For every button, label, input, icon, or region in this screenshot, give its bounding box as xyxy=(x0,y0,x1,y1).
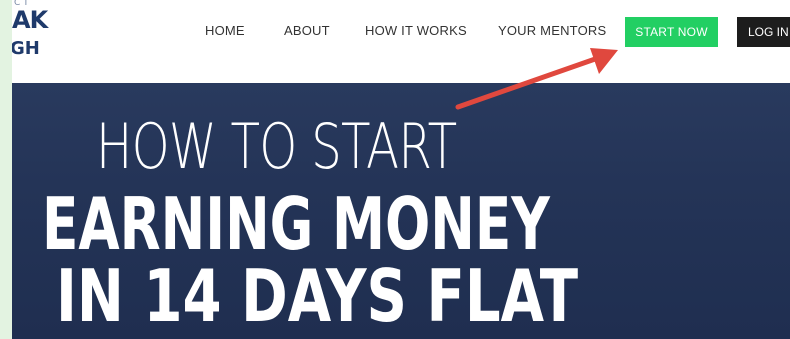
log-in-button[interactable]: LOG IN xyxy=(737,17,790,47)
hero-banner: HOW TO START EARNING MONEY IN 14 DAYS FL… xyxy=(12,83,790,339)
hero-headline-line-1: HOW TO START xyxy=(96,110,457,183)
main-nav: HOME ABOUT HOW IT WORKS YOUR MENTORS STA… xyxy=(12,17,790,47)
nav-how-it-works-link[interactable]: HOW IT WORKS xyxy=(365,23,467,38)
site-header: C T AK GH HOME ABOUT HOW IT WORKS YOUR M… xyxy=(12,0,790,83)
page-frame: C T AK GH HOME ABOUT HOW IT WORKS YOUR M… xyxy=(12,0,790,339)
nav-home-link[interactable]: HOME xyxy=(205,23,245,38)
nav-about-link[interactable]: ABOUT xyxy=(284,23,330,38)
nav-your-mentors-link[interactable]: YOUR MENTORS xyxy=(498,23,606,38)
start-now-button[interactable]: START NOW xyxy=(625,17,718,47)
hero-headline-line-2: EARNING MONEY xyxy=(42,182,550,266)
hero-headline-line-3: IN 14 DAYS FLAT xyxy=(56,254,579,338)
